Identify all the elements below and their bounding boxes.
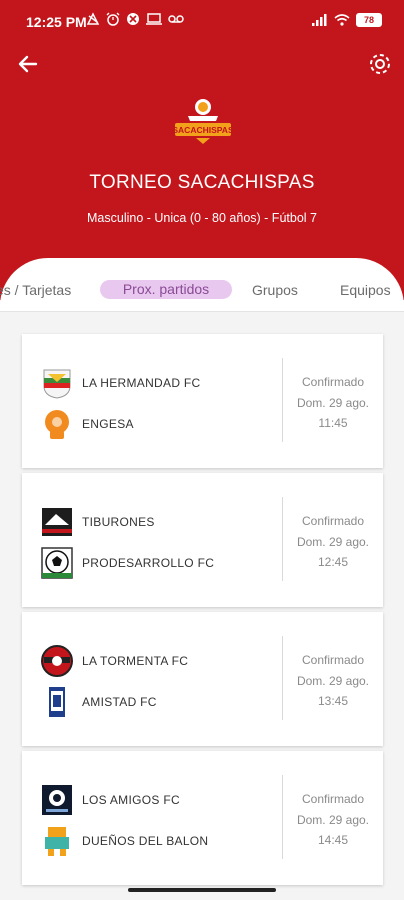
match-time: 13:45 — [317, 694, 349, 708]
team-shield-icon — [49, 687, 65, 717]
status-time: 12:25 PM — [26, 14, 87, 30]
home-team-row: LA HERMANDAD FC — [40, 366, 280, 400]
tab-grupos[interactable]: Grupos — [252, 282, 298, 298]
gear-icon[interactable] — [366, 50, 394, 78]
match-card[interactable]: LA HERMANDAD FC ENGESA Confirmado Dom. 2… — [22, 334, 383, 468]
away-team-row: DUEÑOS DEL BALON — [40, 824, 280, 858]
home-team-row: LA TORMENTA FC — [40, 644, 280, 678]
home-team-name: TIBURONES — [82, 515, 155, 529]
battery-icon: 78 — [356, 13, 382, 27]
card-divider — [282, 358, 283, 442]
match-time: 12:45 — [317, 555, 349, 569]
card-divider — [282, 775, 283, 859]
match-time: 14:45 — [317, 833, 349, 847]
alarm-icon — [106, 12, 120, 26]
away-team-name: AMISTAD FC — [82, 695, 157, 709]
away-team-row: AMISTAD FC — [40, 685, 280, 719]
match-card[interactable]: LA TORMENTA FC AMISTAD FC Confirmado Dom… — [22, 612, 383, 746]
tournament-logo: SACACHISPAS — [172, 99, 234, 144]
team-shield-icon — [45, 410, 69, 439]
team-shield-icon — [43, 369, 71, 399]
team-shield-icon — [45, 827, 69, 856]
app-icon — [127, 13, 139, 25]
home-team-row: LOS AMIGOS FC — [40, 783, 280, 817]
home-team-name: LA HERMANDAD FC — [82, 376, 201, 390]
data-saver-icon — [86, 12, 100, 25]
voicemail-icon — [168, 15, 184, 23]
logo-text: SACACHISPAS — [172, 125, 234, 135]
home-team-name: LA TORMENTA FC — [82, 654, 189, 668]
away-team-name: ENGESA — [82, 417, 134, 431]
tab-prox-partidos[interactable]: Prox. partidos — [100, 280, 232, 299]
team-shield-icon — [42, 508, 72, 536]
team-shield-icon — [41, 547, 73, 579]
match-card[interactable]: TIBURONES PRODESARROLLO FC Confirmado Do… — [22, 473, 383, 607]
tab-equipos[interactable]: Equipos — [340, 282, 391, 298]
match-status: Confirmado — [301, 653, 365, 667]
match-info: Confirmado Dom. 29 ago. 11:45 — [284, 372, 382, 434]
match-date: Dom. 29 ago. — [296, 395, 370, 410]
matches-list[interactable]: LA HERMANDAD FC ENGESA Confirmado Dom. 2… — [0, 312, 404, 900]
status-icons — [86, 12, 184, 26]
card-divider — [282, 636, 283, 720]
match-date: Dom. 29 ago. — [296, 534, 370, 549]
match-info: Confirmado Dom. 29 ago. 14:45 — [284, 789, 382, 851]
app-header: 12:25 PM 78 SACACHISPAS TORNEO SACACHISP… — [0, 0, 404, 300]
away-team-name: PRODESARROLLO FC — [82, 556, 215, 570]
cast-icon — [146, 13, 162, 25]
match-card[interactable]: LOS AMIGOS FC DUEÑOS DEL BALON Confirmad… — [22, 751, 383, 885]
away-team-row: ENGESA — [40, 407, 280, 441]
back-arrow-icon[interactable] — [14, 50, 42, 78]
wifi-icon — [334, 14, 350, 26]
page-title: TORNEO SACACHISPAS — [89, 172, 315, 193]
tab-bar: es / Tarjetas Prox. partidos Grupos Equi… — [0, 278, 404, 308]
match-status: Confirmado — [301, 514, 365, 528]
status-right: 78 — [312, 13, 382, 27]
match-date: Dom. 29 ago. — [296, 673, 370, 688]
team-shield-icon — [41, 645, 73, 677]
match-status: Confirmado — [301, 375, 365, 389]
status-bar: 12:25 PM 78 — [0, 0, 404, 44]
match-info: Confirmado Dom. 29 ago. 12:45 — [284, 511, 382, 573]
match-status: Confirmado — [301, 792, 365, 806]
home-team-row: TIBURONES — [40, 505, 280, 539]
away-team-name: DUEÑOS DEL BALON — [82, 834, 209, 848]
home-team-name: LOS AMIGOS FC — [82, 793, 180, 807]
tab-tarjetas[interactable]: es / Tarjetas — [0, 282, 71, 298]
team-shield-icon — [42, 785, 72, 815]
home-indicator[interactable] — [128, 888, 276, 892]
match-time: 11:45 — [318, 416, 348, 430]
page-subtitle: Masculino - Unica (0 - 80 años) - Fútbol… — [87, 211, 317, 225]
away-team-row: PRODESARROLLO FC — [40, 546, 280, 580]
card-divider — [282, 497, 283, 581]
signal-icon — [312, 14, 327, 26]
match-date: Dom. 29 ago. — [296, 812, 370, 827]
match-info: Confirmado Dom. 29 ago. 13:45 — [284, 650, 382, 712]
